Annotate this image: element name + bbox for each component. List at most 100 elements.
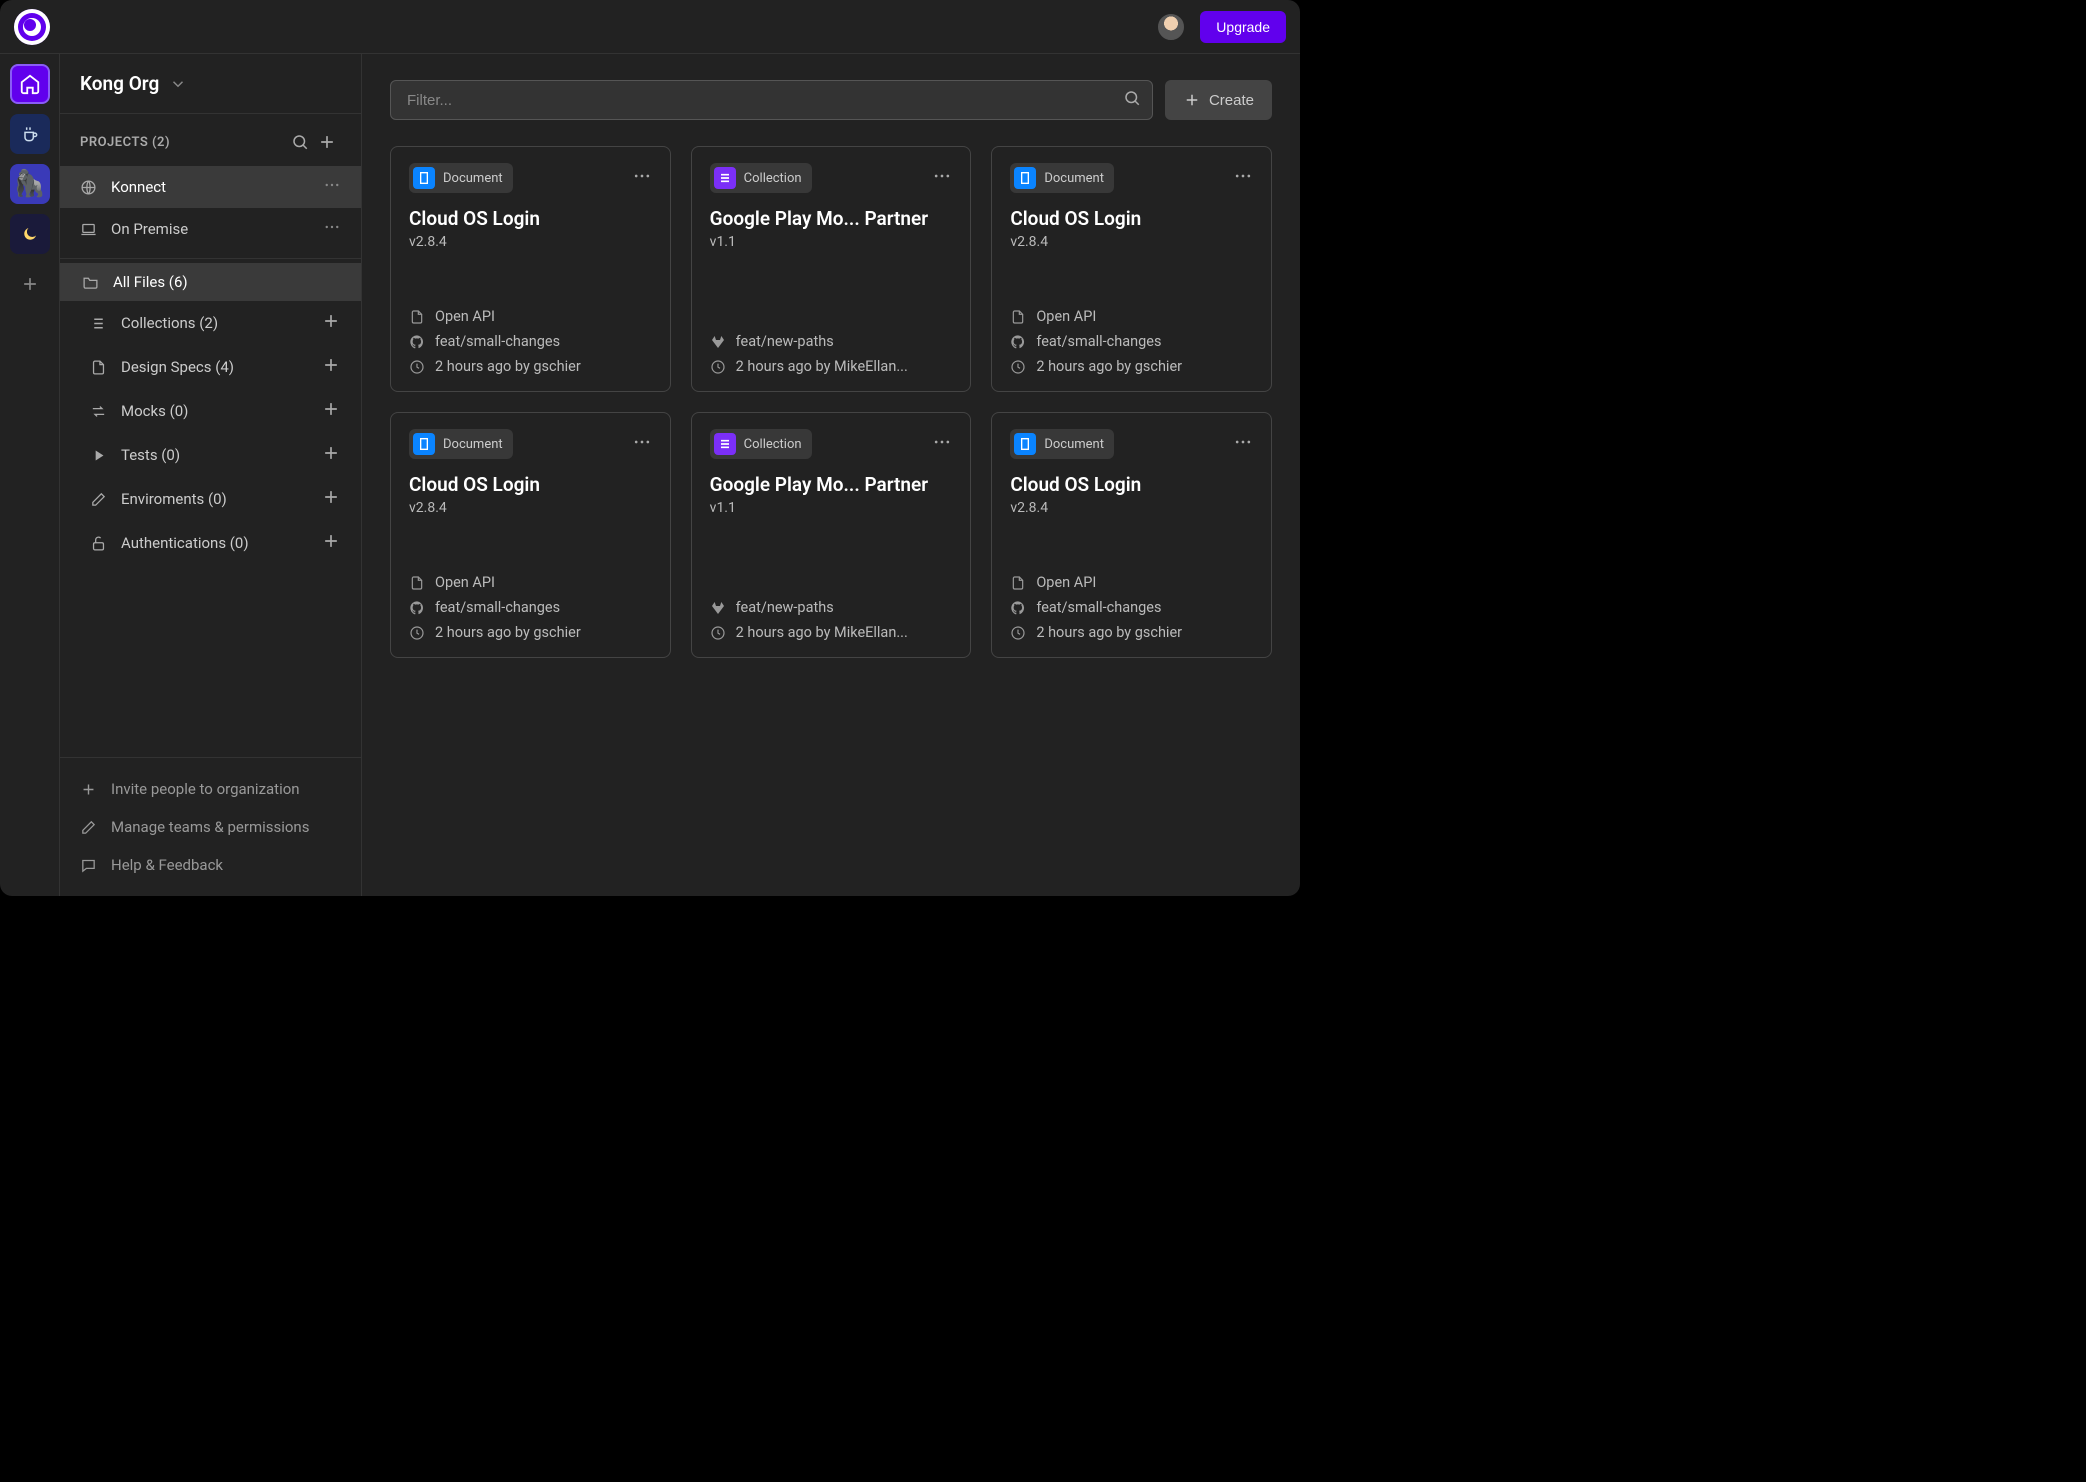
- rail-org-gorilla[interactable]: 🦍: [10, 164, 50, 204]
- sidebar-project-item[interactable]: Konnect: [60, 166, 361, 208]
- type-label: Document: [1044, 171, 1104, 186]
- folder-icon: [82, 274, 99, 291]
- chevron-down-icon: [169, 75, 187, 93]
- card-title: Cloud OS Login: [1010, 473, 1253, 496]
- rail-home[interactable]: [10, 64, 50, 104]
- laptop-icon: [80, 221, 97, 238]
- dots-icon: [323, 176, 341, 194]
- projects-search-button[interactable]: [287, 129, 313, 155]
- clock-icon: [710, 359, 726, 375]
- type-badge: Document: [1010, 163, 1114, 193]
- card-menu[interactable]: [932, 432, 952, 456]
- project-card[interactable]: Collection Google Play Mo... Partner v1.…: [691, 412, 972, 658]
- type-label: Collection: [744, 171, 802, 186]
- sidebar-footer-link[interactable]: Manage teams & permissions: [60, 808, 361, 846]
- card-version: v1.1: [710, 234, 953, 250]
- type-badge: Document: [409, 429, 513, 459]
- card-version: v2.8.4: [409, 234, 652, 250]
- sidebar-category-item[interactable]: Collections (2): [60, 301, 361, 345]
- footer-label: Help & Feedback: [111, 856, 223, 874]
- globe-icon: [80, 179, 97, 196]
- type-icon: [714, 167, 736, 189]
- category-add[interactable]: [321, 399, 341, 423]
- sidebar-category-item[interactable]: Tests (0): [60, 433, 361, 477]
- sidebar-category-item[interactable]: Authentications (0): [60, 521, 361, 565]
- footer-label: Invite people to organization: [111, 780, 300, 798]
- card-time: 2 hours ago by MikeEllan...: [736, 624, 908, 641]
- rail-coffee[interactable]: [10, 114, 50, 154]
- project-card[interactable]: Document Cloud OS Login v2.8.4 Open API …: [390, 146, 671, 392]
- project-menu[interactable]: [323, 218, 341, 240]
- dots-icon: [632, 432, 652, 452]
- org-switcher[interactable]: Kong Org: [60, 54, 361, 114]
- rail-add[interactable]: [10, 264, 50, 304]
- project-card[interactable]: Collection Google Play Mo... Partner v1.…: [691, 146, 972, 392]
- projects-add-button[interactable]: [313, 128, 341, 156]
- category-add[interactable]: [321, 531, 341, 555]
- card-spec: Open API: [1036, 574, 1096, 591]
- dots-icon: [932, 166, 952, 186]
- card-menu[interactable]: [632, 432, 652, 456]
- category-label: Authentications (0): [121, 534, 249, 552]
- plus-icon: [321, 355, 341, 375]
- sidebar-footer-link[interactable]: Invite people to organization: [60, 770, 361, 808]
- sidebar: Kong Org PROJECTS (2) Konnect On Premise…: [60, 54, 362, 896]
- card-branch: feat/new-paths: [736, 599, 834, 616]
- dots-icon: [932, 432, 952, 452]
- list-icon: [90, 315, 107, 332]
- card-time: 2 hours ago by gschier: [435, 624, 581, 641]
- category-label: Enviroments (0): [121, 490, 227, 508]
- projects-header-label: PROJECTS (2): [80, 135, 287, 150]
- sidebar-category-item[interactable]: All Files (6): [60, 263, 361, 301]
- file-icon: [90, 359, 107, 376]
- project-card[interactable]: Document Cloud OS Login v2.8.4 Open API …: [991, 146, 1272, 392]
- card-version: v2.8.4: [1010, 500, 1253, 516]
- dots-icon: [632, 166, 652, 186]
- avatar[interactable]: [1158, 14, 1184, 40]
- card-version: v2.8.4: [409, 500, 652, 516]
- category-add[interactable]: [321, 487, 341, 511]
- edit-icon: [80, 819, 97, 836]
- project-menu[interactable]: [323, 176, 341, 198]
- card-menu[interactable]: [1233, 166, 1253, 190]
- card-menu[interactable]: [932, 166, 952, 190]
- sidebar-category-item[interactable]: Design Specs (4): [60, 345, 361, 389]
- type-label: Document: [443, 437, 503, 452]
- card-version: v2.8.4: [1010, 234, 1253, 250]
- project-card[interactable]: Document Cloud OS Login v2.8.4 Open API …: [991, 412, 1272, 658]
- search-icon: [291, 133, 309, 151]
- main-content: Create Document Cloud OS Login v2.8.4 Op…: [362, 54, 1300, 896]
- type-label: Document: [1044, 437, 1104, 452]
- create-button[interactable]: Create: [1165, 80, 1272, 120]
- card-title: Cloud OS Login: [1010, 207, 1253, 230]
- sidebar-category-item[interactable]: Enviroments (0): [60, 477, 361, 521]
- github-icon: [409, 334, 425, 350]
- plus-icon: [321, 531, 341, 551]
- app-logo[interactable]: [14, 9, 50, 45]
- upgrade-button[interactable]: Upgrade: [1200, 11, 1286, 43]
- type-icon: [413, 433, 435, 455]
- card-spec: Open API: [435, 574, 495, 591]
- sidebar-project-item[interactable]: On Premise: [60, 208, 361, 250]
- file-icon: [409, 575, 425, 591]
- card-time: 2 hours ago by gschier: [1036, 358, 1182, 375]
- sidebar-footer-link[interactable]: Help & Feedback: [60, 846, 361, 884]
- unlock-icon: [90, 535, 107, 552]
- category-label: Design Specs (4): [121, 358, 234, 376]
- filter-input[interactable]: [390, 80, 1153, 120]
- sidebar-category-item[interactable]: Mocks (0): [60, 389, 361, 433]
- category-add[interactable]: [321, 311, 341, 335]
- rail-moon[interactable]: [10, 214, 50, 254]
- category-add[interactable]: [321, 443, 341, 467]
- clock-icon: [710, 625, 726, 641]
- gitlab-icon: [710, 334, 726, 350]
- category-add[interactable]: [321, 355, 341, 379]
- card-menu[interactable]: [632, 166, 652, 190]
- type-label: Collection: [744, 437, 802, 452]
- card-time: 2 hours ago by gschier: [1036, 624, 1182, 641]
- footer-label: Manage teams & permissions: [111, 818, 309, 836]
- dots-icon: [1233, 166, 1253, 186]
- card-menu[interactable]: [1233, 432, 1253, 456]
- nav-rail: 🦍: [0, 54, 60, 896]
- project-card[interactable]: Document Cloud OS Login v2.8.4 Open API …: [390, 412, 671, 658]
